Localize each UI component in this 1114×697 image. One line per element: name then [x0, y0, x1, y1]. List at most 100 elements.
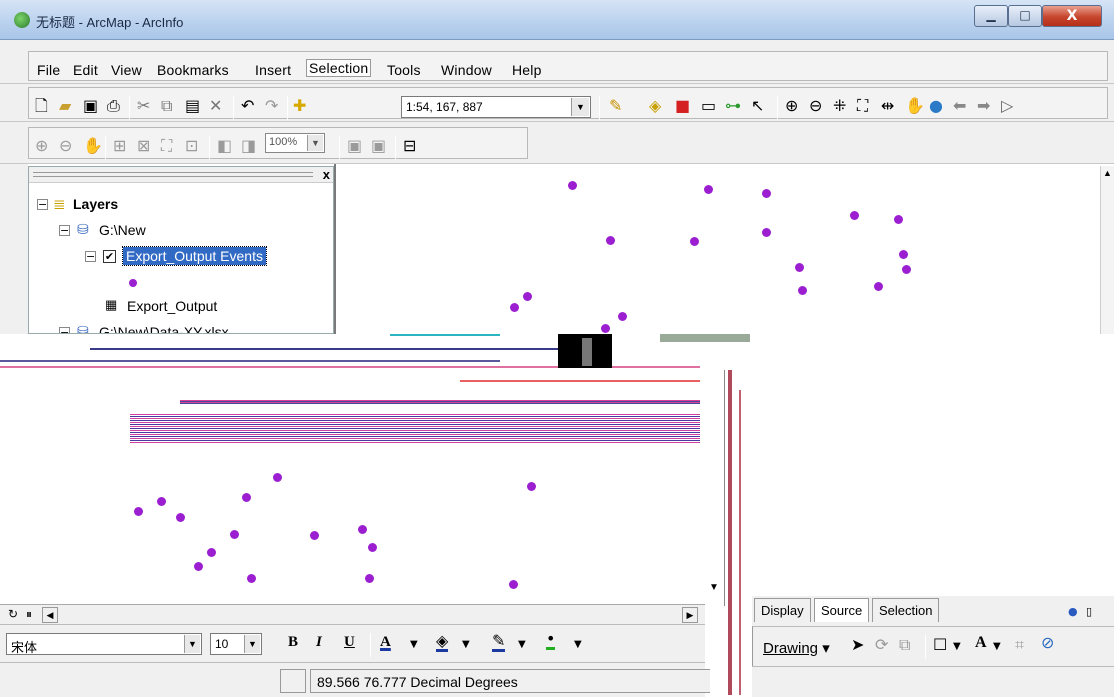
focus-data-frame-icon[interactable]: ▣ [371, 138, 386, 154]
map-point[interactable] [358, 525, 367, 534]
map-point[interactable] [242, 493, 251, 502]
tab-selection[interactable]: Selection [872, 598, 940, 622]
chevron-down-icon[interactable]: ▼ [244, 635, 260, 653]
map-point[interactable] [902, 265, 911, 274]
point-symbol-icon[interactable] [129, 279, 137, 287]
toc-grip[interactable] [33, 172, 313, 177]
menu-file[interactable]: File [37, 62, 60, 78]
arccatalog-icon[interactable]: ◈ [649, 98, 661, 114]
map-vertical-scrollbar[interactable]: ▲ [1100, 166, 1114, 334]
map-point[interactable] [365, 574, 374, 583]
pan-hand-icon[interactable]: ✋ [905, 98, 925, 114]
line-color-icon[interactable]: ✎ [492, 633, 506, 652]
map-point[interactable] [894, 215, 903, 224]
print-icon[interactable]: ⎙ [107, 98, 120, 114]
map-point[interactable] [618, 312, 627, 321]
layout-pan-icon[interactable]: ✋ [83, 138, 103, 154]
map-point[interactable] [899, 250, 908, 259]
map-point[interactable] [247, 574, 256, 583]
whats-this-icon[interactable]: ↖ [751, 98, 764, 114]
map-point[interactable] [310, 531, 319, 540]
arctoolbox-icon[interactable]: ■ [675, 98, 690, 114]
collapse-layer-icon[interactable]: − [85, 251, 96, 262]
fixed-zoom-in-icon[interactable]: ⁜ [833, 98, 846, 114]
layer-visibility-checkbox[interactable]: ✔ [103, 250, 116, 263]
chevron-down-icon[interactable]: ▼ [574, 637, 582, 653]
select-features-icon[interactable]: ▷ [1001, 98, 1013, 114]
scroll-down-icon[interactable]: ▼ [709, 582, 719, 593]
map-view-lower[interactable] [0, 370, 705, 606]
forward-arrow-icon[interactable]: ➡ [977, 98, 990, 114]
italic-button[interactable]: I [316, 634, 322, 651]
chevron-down-icon[interactable]: ▼ [410, 637, 418, 653]
font-color-button[interactable]: A [380, 634, 391, 651]
chevron-down-icon[interactable]: ▼ [518, 637, 526, 653]
toggle-draft-mode-icon[interactable]: ▣ [347, 138, 362, 154]
zoom-out-icon[interactable]: ⊖ [809, 98, 822, 114]
undo-icon[interactable]: ↶ [241, 98, 254, 114]
layout-fixed-zoom-out-icon[interactable]: ⊠ [137, 138, 150, 154]
copy-icon[interactable]: ⧉ [161, 98, 172, 114]
command-line-icon[interactable]: ▭ [701, 98, 716, 114]
map-point[interactable] [601, 324, 610, 333]
menu-tools[interactable]: Tools [387, 62, 421, 78]
zoom-to-selected-icon[interactable]: ⧉ [899, 637, 910, 653]
toc-close-button[interactable]: x [323, 167, 330, 182]
change-layout-icon[interactable]: ⊟ [403, 138, 416, 154]
back-arrow-icon[interactable]: ⬅ [953, 98, 966, 114]
menu-window[interactable]: Window [441, 62, 492, 78]
chevron-down-icon[interactable]: ▼ [571, 98, 589, 116]
pan-extent-icon[interactable]: ⇹ [881, 98, 894, 114]
table-export-output[interactable]: Export_Output [127, 298, 217, 314]
map-point[interactable] [606, 236, 615, 245]
chevron-down-icon[interactable]: ▼ [993, 639, 1001, 655]
map-point[interactable] [509, 580, 518, 589]
chevron-down-icon[interactable]: ▼ [462, 637, 470, 653]
map-point[interactable] [176, 513, 185, 522]
model-builder-icon[interactable]: ⊶ [725, 98, 741, 114]
scroll-right-icon[interactable]: ▶ [682, 607, 698, 623]
group-label[interactable]: G:\New [99, 222, 146, 238]
layout-zoom-combo[interactable]: 100% ▼ [265, 133, 325, 153]
maximize-button[interactable]: □ [1008, 5, 1042, 27]
marker-color-icon[interactable]: • [546, 631, 556, 650]
close-button[interactable]: X [1042, 5, 1102, 27]
map-point[interactable] [798, 286, 807, 295]
redo-icon[interactable]: ↷ [265, 98, 278, 114]
pane-icon[interactable]: ▯ [1086, 604, 1092, 620]
chevron-down-icon[interactable]: ▼ [307, 135, 323, 151]
chevron-down-icon[interactable]: ▼ [184, 635, 200, 653]
map-point[interactable] [194, 562, 203, 571]
select-elements-icon[interactable]: ➤ [851, 637, 864, 653]
map-point[interactable] [795, 263, 804, 272]
zoom-whole-page-icon[interactable]: ⛶ [161, 138, 172, 154]
map-point[interactable] [850, 211, 859, 220]
map-point[interactable] [874, 282, 883, 291]
menu-help[interactable]: Help [512, 62, 542, 78]
fill-color-icon[interactable]: ◈ [436, 633, 449, 652]
go-forward-extent-icon[interactable]: ◨ [241, 138, 256, 154]
collapse-layers-icon[interactable]: − [37, 199, 48, 210]
map-point[interactable] [523, 292, 532, 301]
collapse-group-icon[interactable]: − [59, 225, 70, 236]
map-point[interactable] [273, 473, 282, 482]
layer-export-output-events[interactable]: Export_Output Events [122, 246, 267, 266]
map-point[interactable] [704, 185, 713, 194]
map-horizontal-scrollbar[interactable]: ↻ ⏸ ◀ ▶ [0, 604, 705, 624]
menu-bookmarks[interactable]: Bookmarks [157, 62, 229, 78]
tab-display[interactable]: Display [754, 598, 811, 622]
pause-icon[interactable]: ⏸ [26, 607, 32, 622]
tab-source[interactable]: Source [814, 598, 870, 622]
menu-edit[interactable]: Edit [73, 62, 98, 78]
edit-vertices-icon[interactable]: ⌗ [1015, 637, 1024, 653]
menu-selection[interactable]: Selection [305, 59, 372, 77]
map-point[interactable] [134, 507, 143, 516]
open-folder-icon[interactable]: ▰ [59, 98, 71, 114]
scroll-left-icon[interactable]: ◀ [42, 607, 58, 623]
layout-zoom-out-icon[interactable]: ⊖ [59, 138, 72, 154]
zoom-100-icon[interactable]: ⊡ [185, 138, 198, 154]
group2-label[interactable]: G:\New\Data-XY.xlsx [99, 324, 229, 333]
editor-toolbar-icon[interactable]: ✎ [609, 98, 622, 114]
font-size-combo[interactable]: 10 ▼ [210, 633, 262, 655]
layout-zoom-in-icon[interactable]: ⊕ [35, 138, 48, 154]
